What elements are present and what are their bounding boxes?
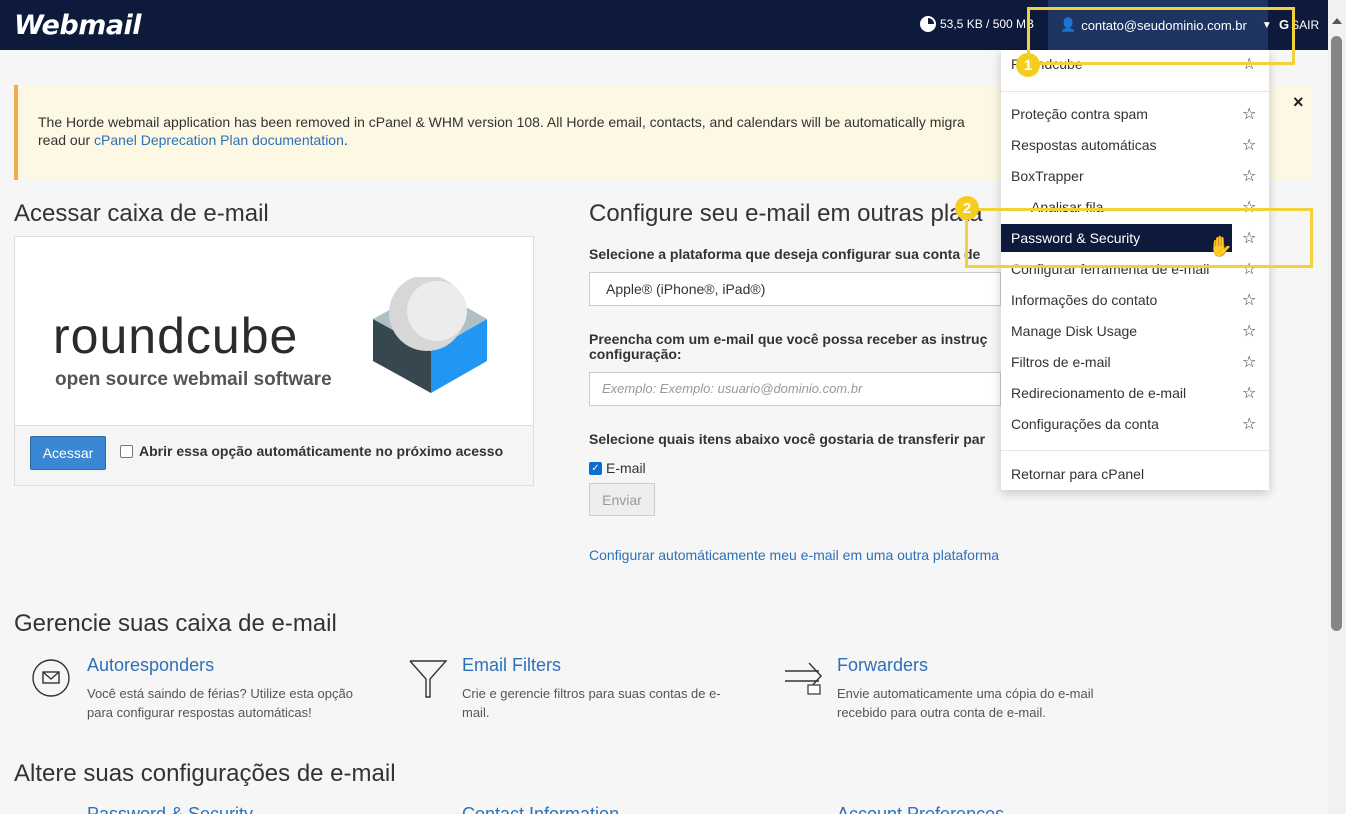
filter-icon — [409, 660, 448, 698]
autoresponders-desc: Você está saindo de férias? Utilize esta… — [87, 686, 353, 720]
star-icon[interactable]: ☆ — [1242, 166, 1256, 186]
user-dropdown-menu: Roundcube ☆ Proteção contra spam ☆ Respost… — [1001, 50, 1269, 490]
roundcube-logo-subtitle: open source webmail software — [55, 369, 332, 390]
disk-usage: 53,5 KB / 500 MB — [920, 16, 1034, 32]
configure-title: Configure seu e-mail em outras plata — [589, 200, 983, 227]
menu-divider — [1001, 91, 1269, 92]
menu-item-boxtrapper[interactable]: BoxTrapper ☆ — [1001, 162, 1269, 190]
star-icon[interactable]: ☆ — [1242, 352, 1256, 372]
highlight-box-2 — [965, 208, 1313, 268]
pie-chart-icon — [920, 16, 936, 32]
scrollbar[interactable] — [1328, 0, 1346, 814]
star-icon[interactable]: ☆ — [1242, 383, 1256, 403]
email-item-checkbox[interactable]: ✓ — [589, 461, 602, 475]
star-icon[interactable]: ☆ — [1242, 104, 1256, 124]
autoresponders-link[interactable]: Autoresponders — [87, 655, 214, 676]
close-alert-icon[interactable]: × — [1293, 92, 1304, 113]
forwarders-link[interactable]: Forwarders — [837, 655, 928, 676]
star-icon[interactable]: ☆ — [1242, 290, 1256, 310]
logout-label: SAIR — [1291, 17, 1320, 32]
roundcube-logo-text: roundcube — [53, 308, 299, 364]
menu-item-return-cpanel[interactable]: Retornar para cPanel — [1001, 460, 1269, 488]
auto-configure-link[interactable]: Configurar automáticamente meu e-mail em… — [589, 547, 999, 563]
instructions-email-input[interactable]: Exemplo: Exemplo: usuario@dominio.com.br — [589, 372, 1001, 406]
roundcube-card: roundcube open source webmail software A… — [14, 236, 534, 486]
contact-information-link[interactable]: Contact Information — [462, 804, 619, 814]
autoresponder-icon — [32, 659, 70, 697]
menu-item-disk-usage[interactable]: Manage Disk Usage ☆ — [1001, 317, 1269, 345]
email-item-label: E-mail — [606, 460, 646, 476]
star-icon[interactable]: ☆ — [1242, 135, 1256, 155]
menu-item-filters[interactable]: Filtros de e-mail ☆ — [1001, 348, 1269, 376]
platform-label: Selecione a plataforma que deseja config… — [589, 246, 981, 262]
disk-usage-text: 53,5 KB / 500 MB — [940, 17, 1035, 31]
forwarders-desc: Envie automaticamente uma cópia do e-mai… — [837, 686, 1094, 720]
account-preferences-link[interactable]: Account Preferences — [837, 804, 1004, 814]
access-title: Acessar caixa de e-mail — [14, 200, 269, 227]
roundcube-cube-icon — [373, 277, 487, 393]
platform-select[interactable]: Apple® (iPhone®, iPad®) — [589, 272, 1001, 306]
menu-item-contact-info[interactable]: Informações do contato ☆ — [1001, 286, 1269, 314]
email-item-option[interactable]: ✓ E-mail — [589, 460, 646, 476]
scroll-up-icon[interactable] — [1332, 18, 1342, 24]
items-label: Selecione quais itens abaixo você gostar… — [589, 431, 986, 447]
menu-item-forwarders[interactable]: Redirecionamento de e-mail ☆ — [1001, 379, 1269, 407]
forwarder-icon — [785, 662, 822, 695]
menu-item-autoresponders[interactable]: Respostas automáticas ☆ — [1001, 131, 1269, 159]
scroll-thumb[interactable] — [1331, 36, 1342, 631]
email-filters-link[interactable]: Email Filters — [462, 655, 561, 676]
access-button[interactable]: Acessar — [30, 436, 106, 470]
menu-item-account-settings[interactable]: Configurações da conta ☆ — [1001, 410, 1269, 438]
send-button[interactable]: Enviar — [589, 483, 655, 516]
highlight-box-1 — [1027, 7, 1295, 65]
auto-open-checkbox[interactable] — [120, 444, 133, 458]
step-badge-2: 2 — [955, 196, 979, 220]
webmail-logo[interactable]: Webmail — [14, 10, 142, 41]
email-filters-desc: Crie e gerencie filtros para suas contas… — [462, 686, 721, 720]
auto-open-label: Abrir essa opção automáticamente no próx… — [139, 443, 504, 459]
step-badge-1: 1 — [1016, 53, 1040, 77]
auto-open-option[interactable]: Abrir essa opção automáticamente no próx… — [120, 443, 503, 459]
star-icon[interactable]: ☆ — [1242, 321, 1256, 341]
settings-title: Altere suas configurações de e-mail — [14, 760, 396, 787]
manage-title: Gerencie suas caixa de e-mail — [14, 610, 337, 637]
menu-divider — [1001, 450, 1269, 451]
email-label-1: Preencha com um e-mail que você possa re… — [589, 331, 988, 347]
hand-cursor-icon: ✋ — [1208, 236, 1233, 258]
star-icon[interactable]: ☆ — [1242, 414, 1256, 434]
deprecation-link[interactable]: cPanel Deprecation Plan documentation — [94, 132, 344, 148]
password-security-link[interactable]: Password & Security — [87, 804, 253, 814]
menu-item-spam[interactable]: Proteção contra spam ☆ — [1001, 100, 1269, 128]
email-label-2: configuração: — [589, 346, 682, 362]
